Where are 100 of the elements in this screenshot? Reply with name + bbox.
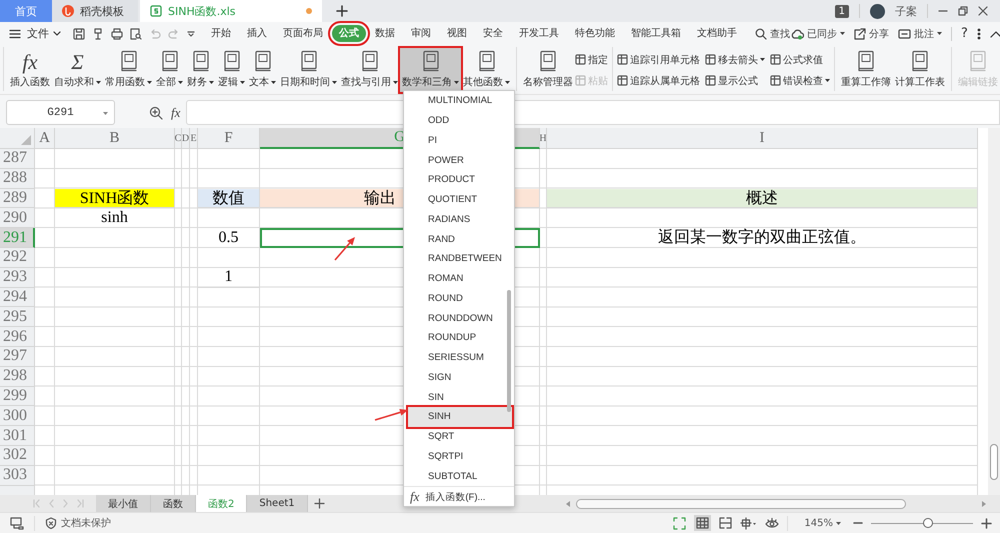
ribbon-tab[interactable]: 开发工具 xyxy=(512,25,566,42)
row-header[interactable]: 290 xyxy=(0,208,35,228)
ribbon-button[interactable]: 错误检查 xyxy=(770,70,830,91)
row-header[interactable]: 301 xyxy=(0,426,35,446)
tab[interactable]: SINH函数.xls xyxy=(140,0,322,22)
ribbon-button[interactable]: 文本 xyxy=(247,48,278,92)
menu-item[interactable]: SIGN xyxy=(408,368,508,388)
brush-icon[interactable] xyxy=(92,28,104,40)
menu-item[interactable]: ODD xyxy=(408,110,508,130)
collapse-icon[interactable] xyxy=(990,30,1000,38)
ribbon-tab[interactable]: 数据 xyxy=(368,25,402,42)
row-header[interactable]: 297 xyxy=(0,346,35,367)
zoom-in-icon[interactable] xyxy=(981,518,992,528)
comment-button[interactable]: 批注 xyxy=(898,26,942,40)
sheet-tab[interactable]: Sheet1 xyxy=(247,495,308,512)
function-menu[interactable]: MULTINOMIAL ODD PI POWER PRODUCT QUOTIENT RADIANS RAND RANDBETWEEN ROMAN ROUND ROUNDDOWN ROUNDUP SERIESSUM SIGN SIN SINH SQRT SQRTPI SUBTOTAL fx 插入函数(F)... xyxy=(403,90,515,507)
ribbon-button[interactable]: 常用函数 xyxy=(103,48,154,92)
slider-thumb[interactable] xyxy=(923,518,934,528)
ribbon-button[interactable]: 财务 xyxy=(185,48,216,92)
print-preview-icon[interactable] xyxy=(130,28,142,40)
ribbon-button[interactable]: 公式求值 xyxy=(770,49,830,70)
menu-item[interactable]: SIN xyxy=(408,387,508,407)
menu-item[interactable]: ROUNDDOWN xyxy=(408,308,508,328)
row-header[interactable]: 295 xyxy=(0,307,35,328)
name-box[interactable]: G291 xyxy=(6,100,115,125)
ribbon-tab[interactable]: 插入 xyxy=(240,25,274,42)
ribbon-tab[interactable]: 文档助手 xyxy=(690,25,744,42)
restore-icon[interactable] xyxy=(958,6,968,16)
menu-item[interactable]: POWER xyxy=(408,150,508,170)
horizontal-scrollbar[interactable] xyxy=(576,498,906,508)
zoom-level[interactable]: 145% xyxy=(804,518,841,528)
vertical-scrollbar[interactable] xyxy=(990,444,998,480)
sheet-tab[interactable]: 最小值 xyxy=(96,495,151,512)
row-header[interactable]: 289 xyxy=(0,188,35,208)
ribbon-button[interactable]: 追踪引用单元格 xyxy=(617,49,700,70)
ribbon-tab[interactable]: 智能工具箱 xyxy=(624,25,688,42)
ribbon-tab[interactable]: 特色功能 xyxy=(568,25,622,42)
eye-icon[interactable] xyxy=(765,517,780,529)
fullscreen-icon[interactable] xyxy=(673,516,686,530)
menu-item[interactable]: SUBTOTAL xyxy=(408,466,508,486)
ribbon-button[interactable]: 重算工作簿 xyxy=(839,48,893,92)
ribbon-button[interactable]: 计算工作表 xyxy=(893,48,947,92)
row-header[interactable]: 292 xyxy=(0,248,35,268)
sheet-tab[interactable]: 函数2 xyxy=(196,495,248,512)
tab[interactable]: 稻壳模板 xyxy=(52,0,138,22)
plus-icon[interactable] xyxy=(336,5,348,17)
row-header[interactable]: 302 xyxy=(0,446,35,466)
menu-item[interactable]: ROUNDUP xyxy=(408,328,508,348)
protection-status[interactable]: 文档未保护 xyxy=(45,516,111,530)
ribbon-button[interactable]: 日期和时间 xyxy=(278,48,339,92)
menu-item[interactable]: SQRTPI xyxy=(408,446,508,466)
save-icon[interactable] xyxy=(73,28,85,40)
ribbon-button[interactable]: fx 插入函数 xyxy=(8,48,52,92)
search-button[interactable]: 查找 xyxy=(755,26,790,40)
menu-item[interactable]: QUOTIENT xyxy=(408,190,508,210)
ribbon-button[interactable]: 全部 xyxy=(154,48,185,92)
menu-scrollbar[interactable] xyxy=(507,290,511,412)
ribbon-button[interactable]: 显示公式 xyxy=(705,70,765,91)
sheet-tab[interactable]: 函数 xyxy=(151,495,196,512)
ribbon-button[interactable]: 追踪从属单元格 xyxy=(617,70,700,91)
close-icon[interactable] xyxy=(978,6,988,16)
sync-button[interactable]: 已同步 xyxy=(790,26,845,40)
ribbon-button[interactable]: 数学和三角 xyxy=(400,48,461,92)
ribbon-button[interactable]: 逻辑 xyxy=(216,48,247,92)
menu-item[interactable]: RANDBETWEEN xyxy=(408,249,508,269)
page-layout-icon[interactable] xyxy=(740,516,758,530)
window-count-badge[interactable]: 1 xyxy=(834,4,849,18)
row-header[interactable]: 303 xyxy=(0,466,35,486)
row-header[interactable]: 300 xyxy=(0,406,35,426)
menu-item[interactable]: PRODUCT xyxy=(408,170,508,190)
menu-item[interactable]: MULTINOMIAL xyxy=(408,91,508,111)
row-header[interactable]: 296 xyxy=(0,327,35,347)
row-header[interactable]: 294 xyxy=(0,288,35,308)
column-header[interactable]: H xyxy=(540,128,547,149)
menu-item[interactable]: RADIANS xyxy=(408,210,508,230)
page-break-icon[interactable] xyxy=(719,517,732,529)
ribbon-button[interactable]: 指定 xyxy=(575,49,608,70)
ribbon-button[interactable]: 查找与引用 xyxy=(339,48,400,92)
column-header[interactable]: E xyxy=(190,128,198,149)
ribbon-tab[interactable]: 审阅 xyxy=(404,25,438,42)
column-header[interactable]: C xyxy=(175,128,182,149)
ribbon-tab[interactable]: 开始 xyxy=(204,25,238,42)
column-header[interactable]: B xyxy=(55,128,175,149)
row-header[interactable]: 298 xyxy=(0,366,35,387)
insert-function-item[interactable]: fx 插入函数(F)... xyxy=(404,486,514,507)
menu-item[interactable]: SQRT xyxy=(408,426,508,446)
ribbon-button[interactable]: 名称管理器 xyxy=(521,48,575,92)
ribbon-tab[interactable]: 安全 xyxy=(476,25,510,42)
menu-item[interactable]: ROMAN xyxy=(408,268,508,288)
customize-icon[interactable] xyxy=(187,30,195,38)
more-icon[interactable] xyxy=(976,28,981,40)
menu-icon[interactable] xyxy=(9,28,21,38)
row-header[interactable]: 299 xyxy=(0,386,35,406)
file-menu[interactable]: 文件 xyxy=(27,26,61,41)
ribbon-button[interactable]: 其他函数 xyxy=(461,48,512,92)
ribbon-button[interactable]: Σ 自动求和 xyxy=(52,48,103,92)
ribbon-tab[interactable]: 视图 xyxy=(440,25,474,42)
row-header[interactable]: 288 xyxy=(0,168,35,189)
row-header[interactable]: 293 xyxy=(0,268,35,288)
column-header[interactable]: I xyxy=(547,128,978,149)
